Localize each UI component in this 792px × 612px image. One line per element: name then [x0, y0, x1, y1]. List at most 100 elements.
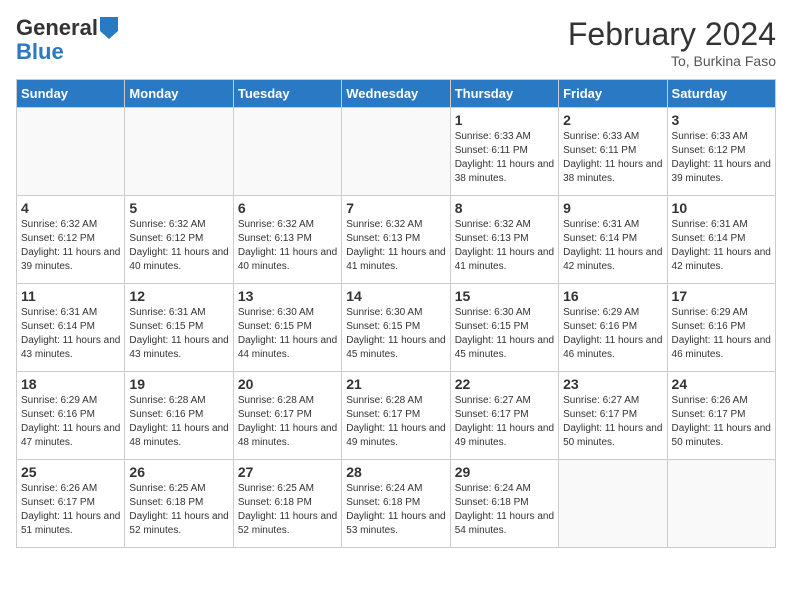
day-cell-25: 25 Sunrise: 6:26 AM Sunset: 6:17 PM Dayli… — [17, 460, 125, 548]
day-cell-15: 15 Sunrise: 6:30 AM Sunset: 6:15 PM Dayli… — [450, 284, 558, 372]
day-number: 18 — [21, 376, 120, 392]
day-number: 25 — [21, 464, 120, 480]
day-number: 11 — [21, 288, 120, 304]
week-row-2: 4 Sunrise: 6:32 AM Sunset: 6:12 PM Daylig… — [17, 196, 776, 284]
logo: General Blue — [16, 16, 118, 64]
day-cell-5: 5 Sunrise: 6:32 AM Sunset: 6:12 PM Daylig… — [125, 196, 233, 284]
day-cell-7: 7Sunrise: 6:32 AM Sunset: 6:13 PM Daylig… — [342, 196, 450, 284]
day-cell-1: 1 Sunrise: 6:33 AM Sunset: 6:11 PM Daylig… — [450, 108, 558, 196]
day-number: 24 — [672, 376, 771, 392]
day-number: 2 — [563, 112, 662, 128]
col-header-saturday: Saturday — [667, 80, 775, 108]
empty-cell — [559, 460, 667, 548]
day-cell-8: 8Sunrise: 6:32 AM Sunset: 6:13 PM Daylig… — [450, 196, 558, 284]
day-info: Sunrise: 6:32 AM Sunset: 6:13 PM Dayligh… — [455, 218, 554, 274]
day-cell-3: 3 Sunrise: 6:33 AM Sunset: 6:12 PM Daylig… — [667, 108, 775, 196]
day-number: 14 — [346, 288, 445, 304]
empty-cell — [342, 108, 450, 196]
week-row-5: 25 Sunrise: 6:26 AM Sunset: 6:17 PM Dayli… — [17, 460, 776, 548]
day-cell-16: 16Sunrise: 6:29 AM Sunset: 6:16 PM Dayli… — [559, 284, 667, 372]
day-cell-2: 2 Sunrise: 6:33 AM Sunset: 6:11 PM Daylig… — [559, 108, 667, 196]
day-info: Sunrise: 6:31 AM Sunset: 6:14 PM Dayligh… — [672, 218, 771, 274]
col-header-friday: Friday — [559, 80, 667, 108]
day-cell-12: 12 Sunrise: 6:31 AM Sunset: 6:15 PM Dayli… — [125, 284, 233, 372]
day-number: 27 — [238, 464, 337, 480]
month-title: February 2024 — [568, 16, 776, 53]
day-number: 4 — [21, 200, 120, 216]
day-cell-10: 10 Sunrise: 6:31 AM Sunset: 6:14 PM Dayli… — [667, 196, 775, 284]
day-info: Sunrise: 6:31 AM Sunset: 6:15 PM Dayligh… — [129, 306, 228, 362]
day-number: 21 — [346, 376, 445, 392]
day-cell-28: 28 Sunrise: 6:24 AM Sunset: 6:18 PM Dayli… — [342, 460, 450, 548]
day-info: Sunrise: 6:33 AM Sunset: 6:11 PM Dayligh… — [455, 130, 554, 186]
day-number: 22 — [455, 376, 554, 392]
title-area: February 2024 To, Burkina Faso — [568, 16, 776, 69]
calendar-table: SundayMondayTuesdayWednesdayThursdayFrid… — [16, 79, 776, 548]
col-header-tuesday: Tuesday — [233, 80, 341, 108]
day-info: Sunrise: 6:31 AM Sunset: 6:14 PM Dayligh… — [21, 306, 120, 362]
day-info: Sunrise: 6:24 AM Sunset: 6:18 PM Dayligh… — [346, 482, 445, 538]
day-cell-11: 11 Sunrise: 6:31 AM Sunset: 6:14 PM Dayli… — [17, 284, 125, 372]
day-cell-29: 29 Sunrise: 6:24 AM Sunset: 6:18 PM Dayli… — [450, 460, 558, 548]
day-info: Sunrise: 6:29 AM Sunset: 6:16 PM Dayligh… — [21, 394, 120, 450]
day-cell-4: 4 Sunrise: 6:32 AM Sunset: 6:12 PM Daylig… — [17, 196, 125, 284]
day-info: Sunrise: 6:29 AM Sunset: 6:16 PM Dayligh… — [672, 306, 771, 362]
day-number: 5 — [129, 200, 228, 216]
day-info: Sunrise: 6:27 AM Sunset: 6:17 PM Dayligh… — [455, 394, 554, 450]
day-info: Sunrise: 6:28 AM Sunset: 6:16 PM Dayligh… — [129, 394, 228, 450]
day-number: 1 — [455, 112, 554, 128]
day-cell-27: 27 Sunrise: 6:25 AM Sunset: 6:18 PM Dayli… — [233, 460, 341, 548]
day-number: 9 — [563, 200, 662, 216]
empty-cell — [233, 108, 341, 196]
day-info: Sunrise: 6:29 AM Sunset: 6:16 PM Dayligh… — [563, 306, 662, 362]
day-number: 6 — [238, 200, 337, 216]
calendar-header-row: SundayMondayTuesdayWednesdayThursdayFrid… — [17, 80, 776, 108]
day-cell-14: 14 Sunrise: 6:30 AM Sunset: 6:15 PM Dayli… — [342, 284, 450, 372]
day-info: Sunrise: 6:26 AM Sunset: 6:17 PM Dayligh… — [21, 482, 120, 538]
day-cell-26: 26 Sunrise: 6:25 AM Sunset: 6:18 PM Dayli… — [125, 460, 233, 548]
week-row-3: 11 Sunrise: 6:31 AM Sunset: 6:14 PM Dayli… — [17, 284, 776, 372]
empty-cell — [667, 460, 775, 548]
day-number: 29 — [455, 464, 554, 480]
day-number: 7 — [346, 200, 445, 216]
day-info: Sunrise: 6:25 AM Sunset: 6:18 PM Dayligh… — [238, 482, 337, 538]
day-info: Sunrise: 6:33 AM Sunset: 6:11 PM Dayligh… — [563, 130, 662, 186]
day-number: 12 — [129, 288, 228, 304]
day-info: Sunrise: 6:28 AM Sunset: 6:17 PM Dayligh… — [238, 394, 337, 450]
col-header-monday: Monday — [125, 80, 233, 108]
day-cell-13: 13Sunrise: 6:30 AM Sunset: 6:15 PM Dayli… — [233, 284, 341, 372]
logo-icon — [100, 17, 118, 39]
day-number: 3 — [672, 112, 771, 128]
day-cell-24: 24 Sunrise: 6:26 AM Sunset: 6:17 PM Dayli… — [667, 372, 775, 460]
day-info: Sunrise: 6:25 AM Sunset: 6:18 PM Dayligh… — [129, 482, 228, 538]
day-number: 26 — [129, 464, 228, 480]
day-info: Sunrise: 6:32 AM Sunset: 6:13 PM Dayligh… — [238, 218, 337, 274]
col-header-wednesday: Wednesday — [342, 80, 450, 108]
day-number: 23 — [563, 376, 662, 392]
day-cell-21: 21 Sunrise: 6:28 AM Sunset: 6:17 PM Dayli… — [342, 372, 450, 460]
location-subtitle: To, Burkina Faso — [568, 53, 776, 69]
day-cell-17: 17Sunrise: 6:29 AM Sunset: 6:16 PM Dayli… — [667, 284, 775, 372]
col-header-sunday: Sunday — [17, 80, 125, 108]
day-info: Sunrise: 6:30 AM Sunset: 6:15 PM Dayligh… — [346, 306, 445, 362]
col-header-thursday: Thursday — [450, 80, 558, 108]
day-info: Sunrise: 6:32 AM Sunset: 6:12 PM Dayligh… — [129, 218, 228, 274]
day-info: Sunrise: 6:28 AM Sunset: 6:17 PM Dayligh… — [346, 394, 445, 450]
day-cell-19: 19Sunrise: 6:28 AM Sunset: 6:16 PM Dayli… — [125, 372, 233, 460]
day-number: 15 — [455, 288, 554, 304]
day-info: Sunrise: 6:24 AM Sunset: 6:18 PM Dayligh… — [455, 482, 554, 538]
empty-cell — [17, 108, 125, 196]
day-cell-18: 18 Sunrise: 6:29 AM Sunset: 6:16 PM Dayli… — [17, 372, 125, 460]
day-info: Sunrise: 6:26 AM Sunset: 6:17 PM Dayligh… — [672, 394, 771, 450]
day-number: 28 — [346, 464, 445, 480]
day-info: Sunrise: 6:33 AM Sunset: 6:12 PM Dayligh… — [672, 130, 771, 186]
week-row-4: 18 Sunrise: 6:29 AM Sunset: 6:16 PM Dayli… — [17, 372, 776, 460]
day-number: 10 — [672, 200, 771, 216]
day-info: Sunrise: 6:30 AM Sunset: 6:15 PM Dayligh… — [455, 306, 554, 362]
empty-cell — [125, 108, 233, 196]
day-info: Sunrise: 6:32 AM Sunset: 6:12 PM Dayligh… — [21, 218, 120, 274]
day-info: Sunrise: 6:31 AM Sunset: 6:14 PM Dayligh… — [563, 218, 662, 274]
day-info: Sunrise: 6:27 AM Sunset: 6:17 PM Dayligh… — [563, 394, 662, 450]
day-cell-23: 23 Sunrise: 6:27 AM Sunset: 6:17 PM Dayli… — [559, 372, 667, 460]
day-cell-22: 22 Sunrise: 6:27 AM Sunset: 6:17 PM Dayli… — [450, 372, 558, 460]
